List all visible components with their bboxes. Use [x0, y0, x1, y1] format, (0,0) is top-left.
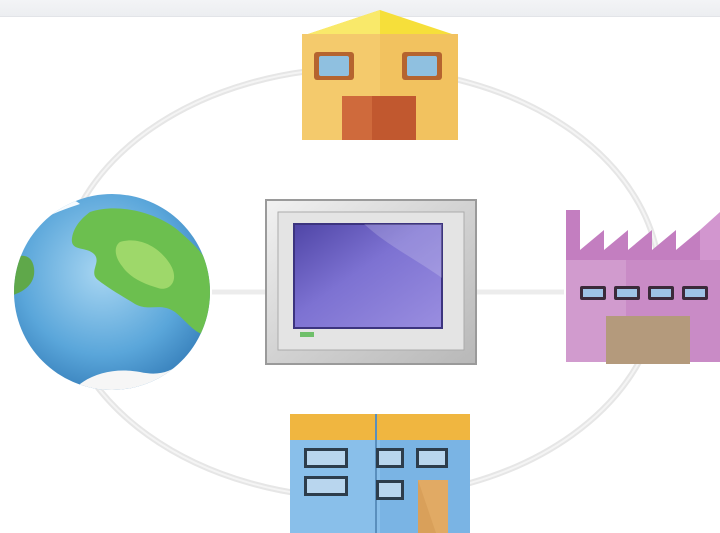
office-building-icon: [288, 412, 472, 533]
factory-icon: [562, 208, 720, 364]
touch-panel-icon: [264, 198, 478, 366]
house-icon: [298, 8, 462, 142]
globe-icon: [10, 192, 214, 392]
